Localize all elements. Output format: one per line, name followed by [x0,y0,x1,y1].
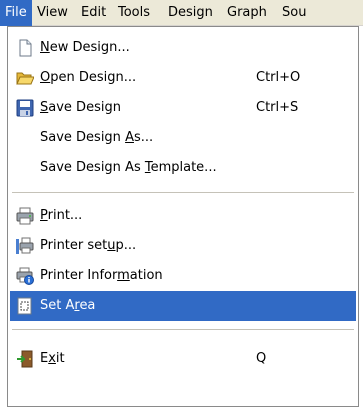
menu-tools[interactable]: Tools [113,0,155,26]
menu-design[interactable]: Design [163,0,218,26]
exit-door-icon [16,350,34,368]
menu-source[interactable]: Sou [277,0,311,26]
shortcut-label: Ctrl+S [256,100,299,115]
menu-item-print[interactable]: Print... [10,201,356,231]
menu-item-save-design[interactable]: Save Design Ctrl+S [10,93,356,123]
menu-item-exit[interactable]: Exit Q [10,344,356,374]
floppy-disk-icon [16,99,34,117]
menu-item-set-area-row[interactable]: Set Area [10,291,356,321]
shortcut-label: Q [256,351,267,366]
set-area-icon [16,297,34,315]
menu-item-label: New Design... [40,40,130,55]
menu-item-label: Open Design... [40,70,137,85]
menu-item-printer-information[interactable]: Printer Information [10,261,356,291]
menu-item-label: Save Design As... [40,130,154,145]
menu-item-label: Save Design [40,100,121,115]
printer-setup-icon [16,237,34,255]
printer-icon [16,207,34,225]
menu-item-printer-setup[interactable]: Printer setup... [10,231,356,261]
menu-item-label: Printer setup... [40,238,137,253]
printer-info-icon [16,267,34,285]
shortcut-label: Ctrl+O [256,70,301,85]
open-folder-icon [16,69,35,87]
menu-graph[interactable]: Graph [222,0,272,26]
file-menu-dropdown: New Design... Open Design... Ctrl+O Save… [7,26,359,407]
menu-bar: File View Edit Tools Design Graph Sou [0,0,363,26]
menu-item-save-design-as[interactable]: Save Design As... [10,123,356,153]
menu-item-label: Exit [40,351,65,366]
menu-separator [12,329,354,330]
menu-view[interactable]: View [32,0,73,26]
menu-file[interactable]: File [0,0,32,26]
menu-item-label: Print... [40,208,83,223]
menu-item-open-design[interactable]: Open Design... Ctrl+O [10,63,356,93]
menu-edit[interactable]: Edit [76,0,111,26]
menu-separator [12,192,354,193]
menu-item-new-design[interactable]: New Design... [10,33,356,63]
new-document-icon [16,39,34,57]
menu-item-save-design-as-template[interactable]: Save Design As Template... [10,153,356,183]
menu-item-label: Printer Information [40,268,163,283]
menu-item-label: Set Area [40,298,96,313]
menu-item-label: Save Design As Template... [40,160,217,175]
